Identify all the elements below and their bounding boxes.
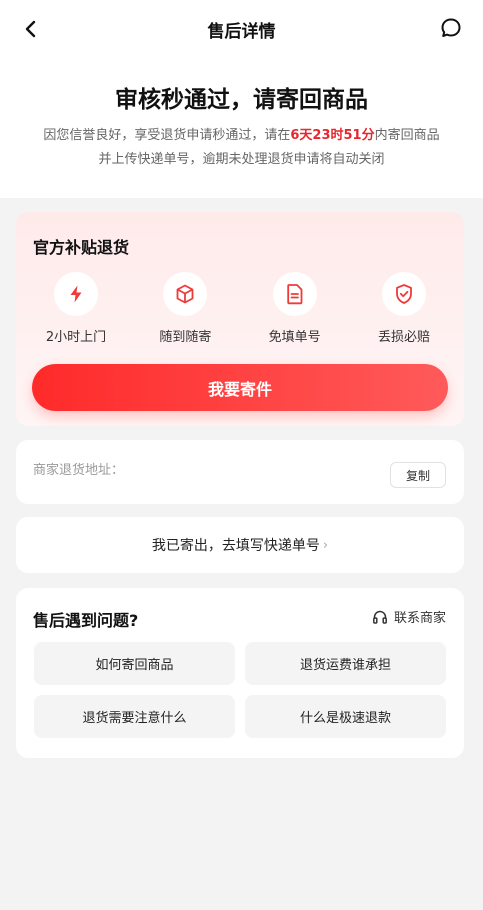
fill-tracking-link[interactable]: 我已寄出，去填写快递单号 ›: [16, 517, 464, 573]
question-item[interactable]: 退货需要注意什么: [34, 695, 235, 738]
feature-item: 随到随寄: [139, 272, 231, 352]
chat-bubble-icon: [441, 18, 461, 37]
status-description: 因您信誉良好，享受退货申请秒通过，请在6天23时51分内寄回商品 并上传快递单号…: [20, 124, 463, 172]
question-item[interactable]: 如何寄回商品: [34, 642, 235, 685]
document-icon: [286, 284, 303, 305]
feature-label: 2小时上门: [45, 330, 107, 345]
feature-label: 免填单号: [268, 330, 321, 345]
header-section: 售后详情 审核秒通过，请寄回商品 因您信誉良好，享受退货申请秒通过，请在6天23…: [0, 0, 483, 198]
countdown-timer: 6天23时51分: [290, 128, 375, 143]
shield-check-icon: [396, 284, 412, 304]
feature-item: 2小时上门: [30, 272, 122, 352]
headset-icon: [373, 610, 387, 624]
subsidy-title: 官方补贴退货: [33, 238, 130, 257]
question-grid: 如何寄回商品 退货运费谁承担 退货需要注意什么 什么是极速退款: [34, 642, 446, 738]
issues-card: 售后遇到问题? 联系商家 如何寄回商品 退货运费谁承担 退货需要注意什么 什么是…: [16, 588, 464, 758]
issues-title: 售后遇到问题?: [33, 611, 139, 630]
nav-bar: 售后详情: [0, 0, 483, 56]
copy-button[interactable]: 复制: [390, 462, 446, 488]
page-title: 售后详情: [207, 22, 276, 42]
send-package-button[interactable]: 我要寄件: [32, 364, 448, 411]
fill-tracking-label: 我已寄出，去填写快递单号: [151, 538, 320, 554]
feature-label: 丢损必赔: [377, 330, 430, 345]
status-desc-mid: 内寄回商品: [374, 128, 440, 143]
contact-merchant-link[interactable]: 联系商家: [372, 607, 446, 626]
status-desc-prefix: 因您信誉良好，享受退货申请秒通过，请在: [43, 128, 291, 143]
contact-merchant-label: 联系商家: [393, 611, 446, 626]
feature-item: 免填单号: [249, 272, 341, 352]
return-address-card: 商家退货地址： 复制: [16, 440, 464, 504]
feature-label: 随到随寄: [159, 330, 212, 345]
status-desc-line2: 并上传快递单号，逾期未处理退货申请将自动关闭: [98, 152, 385, 167]
chat-button[interactable]: [439, 16, 463, 40]
question-item[interactable]: 退货运费谁承担: [245, 642, 446, 685]
chevron-right-icon: ›: [322, 537, 329, 553]
status-title: 审核秒通过，请寄回商品: [115, 87, 368, 113]
subsidy-card: 官方补贴退货 2小时上门 随到随寄 免填单号 丢损必赔 我要寄件: [16, 212, 464, 426]
box-icon: [176, 284, 194, 304]
feature-list: 2小时上门 随到随寄 免填单号 丢损必赔: [16, 272, 464, 352]
feature-item: 丢损必赔: [358, 272, 450, 352]
question-item[interactable]: 什么是极速退款: [245, 695, 446, 738]
return-address-label: 商家退货地址：: [33, 463, 125, 478]
lightning-icon: [70, 285, 82, 303]
